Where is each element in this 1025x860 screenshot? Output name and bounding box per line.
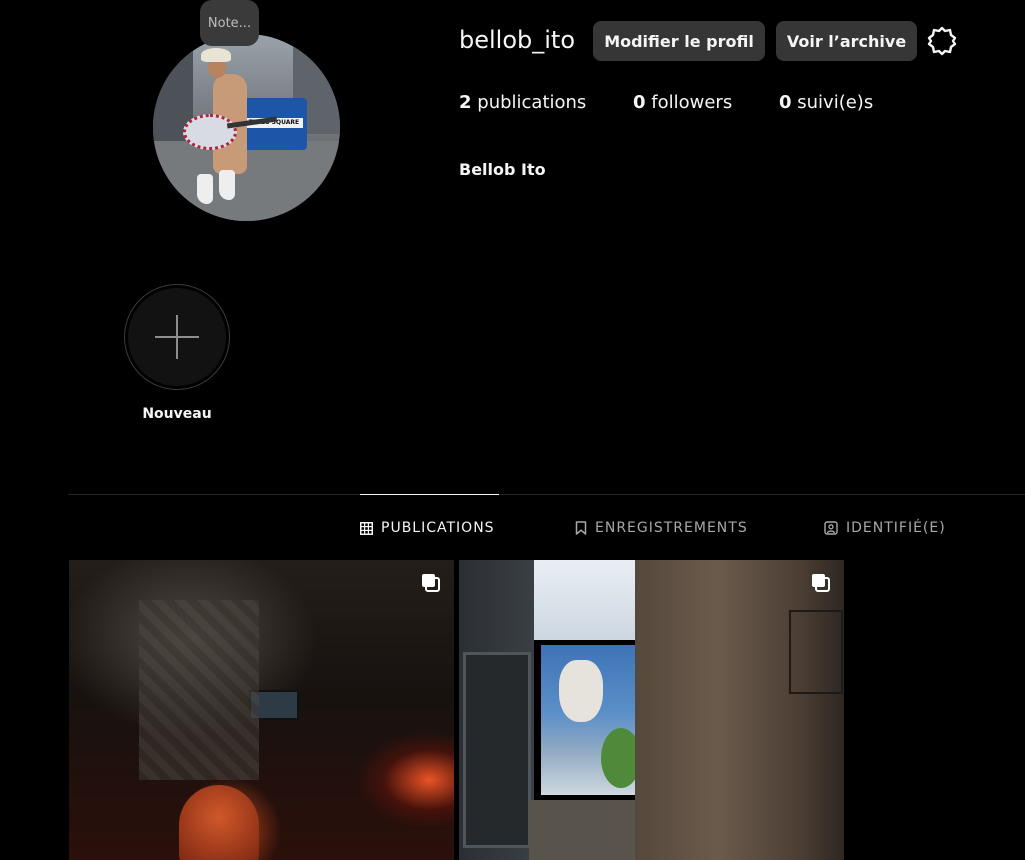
avatar-hat — [201, 48, 231, 62]
posts-count: 2 — [459, 92, 472, 113]
view-archive-label: Voir l’archive — [786, 31, 907, 51]
profile-full-name: Bellob Ito — [459, 160, 546, 179]
grid-icon — [360, 521, 373, 535]
posts-label: publications — [477, 92, 587, 113]
post-drink — [179, 785, 259, 860]
tab-publications-label: PUBLICATIONS — [381, 520, 495, 536]
followers-stat[interactable]: 0 followers — [633, 92, 732, 113]
post-brick-wall — [635, 560, 844, 860]
following-stat[interactable]: 0 suivi(e)s — [779, 92, 873, 113]
bookmark-icon — [575, 521, 587, 535]
post-fire-escape — [789, 610, 843, 694]
tab-tagged[interactable]: IDENTIFIÉ(E) — [824, 518, 946, 538]
post-thumbnail[interactable] — [459, 560, 844, 860]
edit-profile-label: Modifier le profil — [604, 31, 754, 51]
tab-publications[interactable]: PUBLICATIONS — [360, 518, 495, 538]
profile-username: bellob_ito — [459, 26, 576, 54]
posts-stat: 2 publications — [459, 92, 586, 113]
avatar-guitar — [183, 114, 237, 150]
following-count: 0 — [779, 92, 792, 113]
post-mural-face — [559, 660, 603, 722]
avatar-boot — [197, 174, 213, 204]
gear-icon[interactable] — [926, 25, 958, 57]
following-label: suivi(e)s — [797, 92, 874, 113]
post-roof — [529, 800, 639, 860]
view-archive-button[interactable]: Voir l’archive — [776, 21, 917, 61]
post-thumbnail[interactable] — [69, 560, 454, 860]
tagged-icon — [824, 521, 838, 535]
post-window — [463, 652, 531, 848]
plus-icon — [155, 315, 199, 359]
tab-saved-label: ENREGISTREMENTS — [595, 520, 748, 536]
tab-saved[interactable]: ENREGISTREMENTS — [575, 518, 748, 538]
active-tab-indicator — [360, 494, 499, 495]
note-bubble[interactable]: Note... — [200, 0, 259, 46]
carousel-icon — [812, 574, 830, 592]
note-label: Note... — [207, 15, 252, 31]
new-highlight-circle — [128, 288, 226, 386]
followers-label: followers — [651, 92, 733, 113]
post-stickers — [139, 600, 259, 780]
avatar-boot — [219, 170, 235, 200]
new-highlight-label: Nouveau — [142, 406, 212, 422]
tab-tagged-label: IDENTIFIÉ(E) — [846, 520, 946, 536]
followers-count: 0 — [633, 92, 646, 113]
new-highlight-button[interactable] — [124, 284, 230, 390]
tabs-divider — [68, 494, 1025, 495]
edit-profile-button[interactable]: Modifier le profil — [593, 21, 765, 61]
carousel-icon — [422, 574, 440, 592]
profile-avatar[interactable]: TIMES SQUARE — [153, 34, 340, 221]
